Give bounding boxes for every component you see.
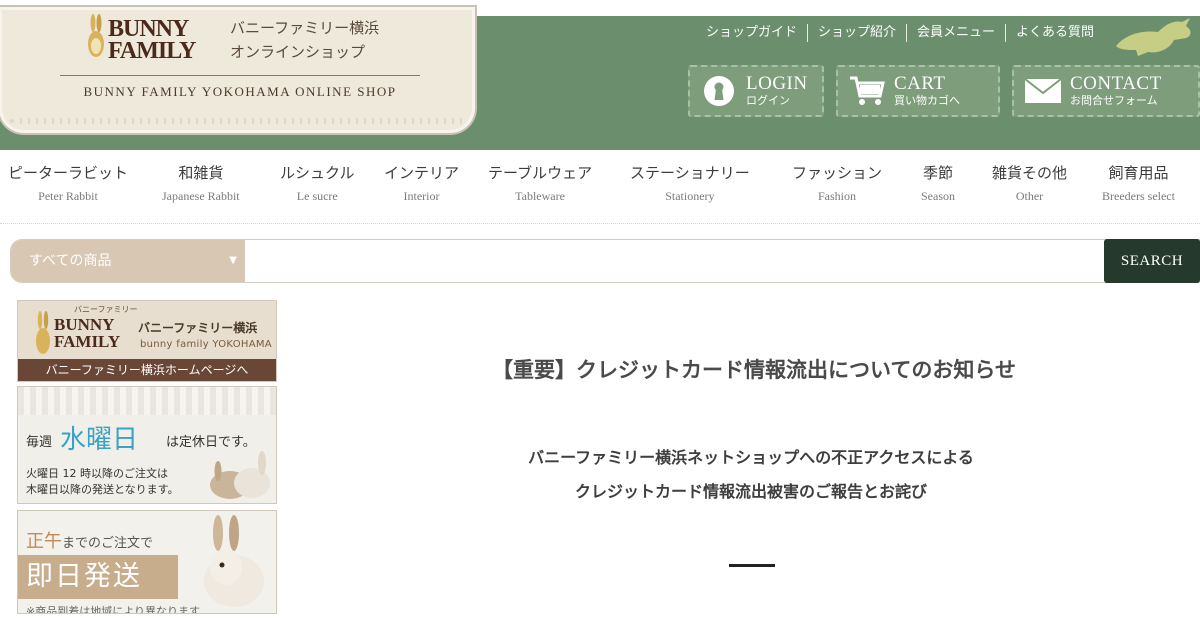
banner-logo-ruby: バニーファミリー bbox=[74, 305, 138, 314]
holiday-day: 水曜日 bbox=[60, 425, 139, 455]
nav-label-jp: インテリア bbox=[384, 164, 460, 182]
category-nav: ピーターラビット Peter Rabbit 和雑貨 Japanese Rabbi… bbox=[0, 150, 1200, 224]
running-rabbit-icon bbox=[1116, 18, 1191, 56]
logo-jp-line2: オンラインショップ bbox=[230, 43, 366, 61]
holiday-note-2: 木曜日以降の発送となります。 bbox=[26, 483, 179, 496]
cart-label: CART bbox=[894, 73, 946, 94]
search-category-value: すべての商品 bbox=[29, 253, 112, 269]
nav-label-en: Fashion bbox=[818, 189, 857, 203]
nav-label-en: Tableware bbox=[515, 189, 565, 203]
shop-intro-link[interactable]: ショップ紹介 bbox=[806, 24, 906, 42]
cart-icon bbox=[848, 74, 886, 108]
nav-label-jp: 飼育用品 bbox=[1108, 164, 1169, 182]
nav-label-en: Season bbox=[921, 189, 955, 203]
cart-button[interactable]: CART 買い物カゴへ bbox=[836, 65, 1000, 117]
search-input[interactable] bbox=[247, 241, 1103, 281]
logo-word-family: FAMILY bbox=[108, 38, 196, 64]
banner-shop-name: バニーファミリー横浜 bbox=[138, 321, 258, 335]
login-button[interactable]: LOGIN ログイン bbox=[688, 65, 824, 117]
nav-label-jp: ステーショナリー bbox=[630, 164, 750, 182]
banner-shop-name-en: bunny family YOKOHAMA bbox=[140, 339, 272, 350]
nav-label-en: Le sucre bbox=[296, 189, 338, 203]
bunny-logo-icon bbox=[36, 311, 50, 354]
homepage-link[interactable]: バニーファミリー横浜ホームページへ bbox=[18, 359, 276, 381]
nav-item-interior[interactable]: インテリア Interior bbox=[384, 162, 459, 208]
login-sublabel: ログイン bbox=[746, 94, 790, 107]
nav-label-en: Other bbox=[1015, 189, 1044, 203]
top-links: ショップガイド ショップ紹介 会員メニュー よくある質問 bbox=[696, 24, 1104, 42]
nav-item-season[interactable]: 季節 Season bbox=[921, 162, 955, 208]
banner-logo-family: FAMILY bbox=[54, 332, 121, 351]
contact-label: CONTACT bbox=[1070, 73, 1162, 94]
envelope-icon bbox=[1024, 74, 1062, 108]
nav-item-tableware[interactable]: テーブルウェア Tableware bbox=[488, 162, 592, 208]
nav-item-le-sucre[interactable]: ルシュクル Le sucre bbox=[280, 162, 355, 208]
same-day-big-label: 即日発送 bbox=[18, 555, 178, 599]
lace-decoration bbox=[18, 387, 276, 415]
nav-label-en: Interior bbox=[403, 189, 440, 203]
site-logo[interactable]: BUNNY FAMILY bbox=[78, 14, 218, 66]
same-day-shipping-banner: 正午までのご注文で 即日発送 ※商品到着は地域により異なります bbox=[17, 510, 277, 614]
member-menu-link[interactable]: 会員メニュー bbox=[905, 24, 1005, 42]
same-day-note: ※商品到着は地域により異なります bbox=[26, 605, 200, 614]
keyhole-icon bbox=[700, 74, 738, 108]
nav-label-en: Japanese Rabbit bbox=[162, 189, 240, 203]
logo-japanese-name: バニーファミリー横浜 オンラインショップ bbox=[230, 16, 379, 64]
chevron-down-icon: ▼ bbox=[229, 255, 237, 266]
nav-label-jp: 和雑貨 bbox=[178, 164, 224, 182]
bunny-logo-icon bbox=[88, 14, 104, 57]
announcement-subtitle-2: クレジットカード情報流出被害のご報告とお詫び bbox=[574, 482, 927, 501]
logo-divider bbox=[60, 75, 420, 76]
search-bar: すべての商品 ▼ SEARCH bbox=[10, 239, 1200, 283]
nav-item-japanese-rabbit[interactable]: 和雑貨 Japanese Rabbit bbox=[162, 162, 240, 208]
holiday-note-1: 火曜日 12 時以降のご注文は bbox=[26, 467, 168, 480]
cart-sublabel: 買い物カゴへ bbox=[894, 94, 960, 107]
holiday-prefix: 毎週 bbox=[26, 435, 53, 450]
nav-item-breeders-select[interactable]: 飼育用品 Breeders select bbox=[1102, 162, 1175, 208]
divider-rule bbox=[729, 564, 775, 567]
nav-item-stationery[interactable]: ステーショナリー Stationery bbox=[630, 162, 750, 208]
nav-label-en: Stationery bbox=[665, 189, 715, 203]
nav-item-other[interactable]: 雑貨その他 Other bbox=[992, 162, 1067, 208]
nav-label-jp: ピーターラビット bbox=[8, 164, 129, 182]
rabbits-image bbox=[210, 451, 270, 499]
nav-label-en: Breeders select bbox=[1102, 189, 1175, 203]
shop-guide-link[interactable]: ショップガイド bbox=[696, 24, 807, 42]
nav-item-fashion[interactable]: ファッション Fashion bbox=[792, 162, 882, 208]
logo-english-name: BUNNY FAMILY YOKOHAMA ONLINE SHOP bbox=[83, 84, 397, 99]
holiday-suffix: は定休日です。 bbox=[166, 435, 256, 450]
same-day-line1-rest: までのご注文で bbox=[62, 536, 154, 551]
rabbit-image bbox=[204, 515, 264, 607]
search-category-select[interactable]: すべての商品 ▼ bbox=[11, 240, 245, 282]
same-day-line1: 正午までのご注文で bbox=[26, 527, 153, 553]
site-header: BUNNY FAMILY バニーファミリー横浜 オンラインショップ BUNNY … bbox=[0, 0, 1200, 150]
homepage-banner[interactable]: バニーファミリー BUNNY FAMILY バニーファミリー横浜 bunny f… bbox=[17, 300, 277, 382]
search-button[interactable]: SEARCH bbox=[1104, 239, 1200, 283]
nav-label-jp: ルシュクル bbox=[280, 164, 355, 182]
nav-label-en: Peter Rabbit bbox=[38, 189, 98, 203]
nav-item-peter-rabbit[interactable]: ピーターラビット Peter Rabbit bbox=[8, 162, 128, 208]
nav-label-jp: ファッション bbox=[792, 164, 883, 182]
holiday-banner: 毎週 水曜日 は定休日です。 火曜日 12 時以降のご注文は 木曜日以降の発送と… bbox=[17, 386, 277, 504]
nav-label-jp: 雑貨その他 bbox=[992, 164, 1068, 182]
announcement-title: 【重要】クレジットカード情報流出についてのお知らせ bbox=[492, 358, 1016, 382]
same-day-noon: 正午 bbox=[26, 531, 62, 552]
announcement-subtitle-1: バニーファミリー横浜ネットショップへの不正アクセスによる bbox=[528, 448, 974, 467]
nav-label-jp: 季節 bbox=[922, 164, 953, 182]
logo-jp-line1: バニーファミリー横浜 bbox=[230, 19, 380, 37]
login-label: LOGIN bbox=[746, 73, 808, 94]
nav-label-jp: テーブルウェア bbox=[488, 164, 593, 182]
contact-sublabel: お問合せフォーム bbox=[1070, 94, 1158, 107]
contact-button[interactable]: CONTACT お問合せフォーム bbox=[1012, 65, 1200, 117]
faq-link[interactable]: よくある質問 bbox=[1004, 24, 1104, 42]
logo-panel[interactable]: BUNNY FAMILY バニーファミリー横浜 オンラインショップ BUNNY … bbox=[2, 10, 472, 130]
